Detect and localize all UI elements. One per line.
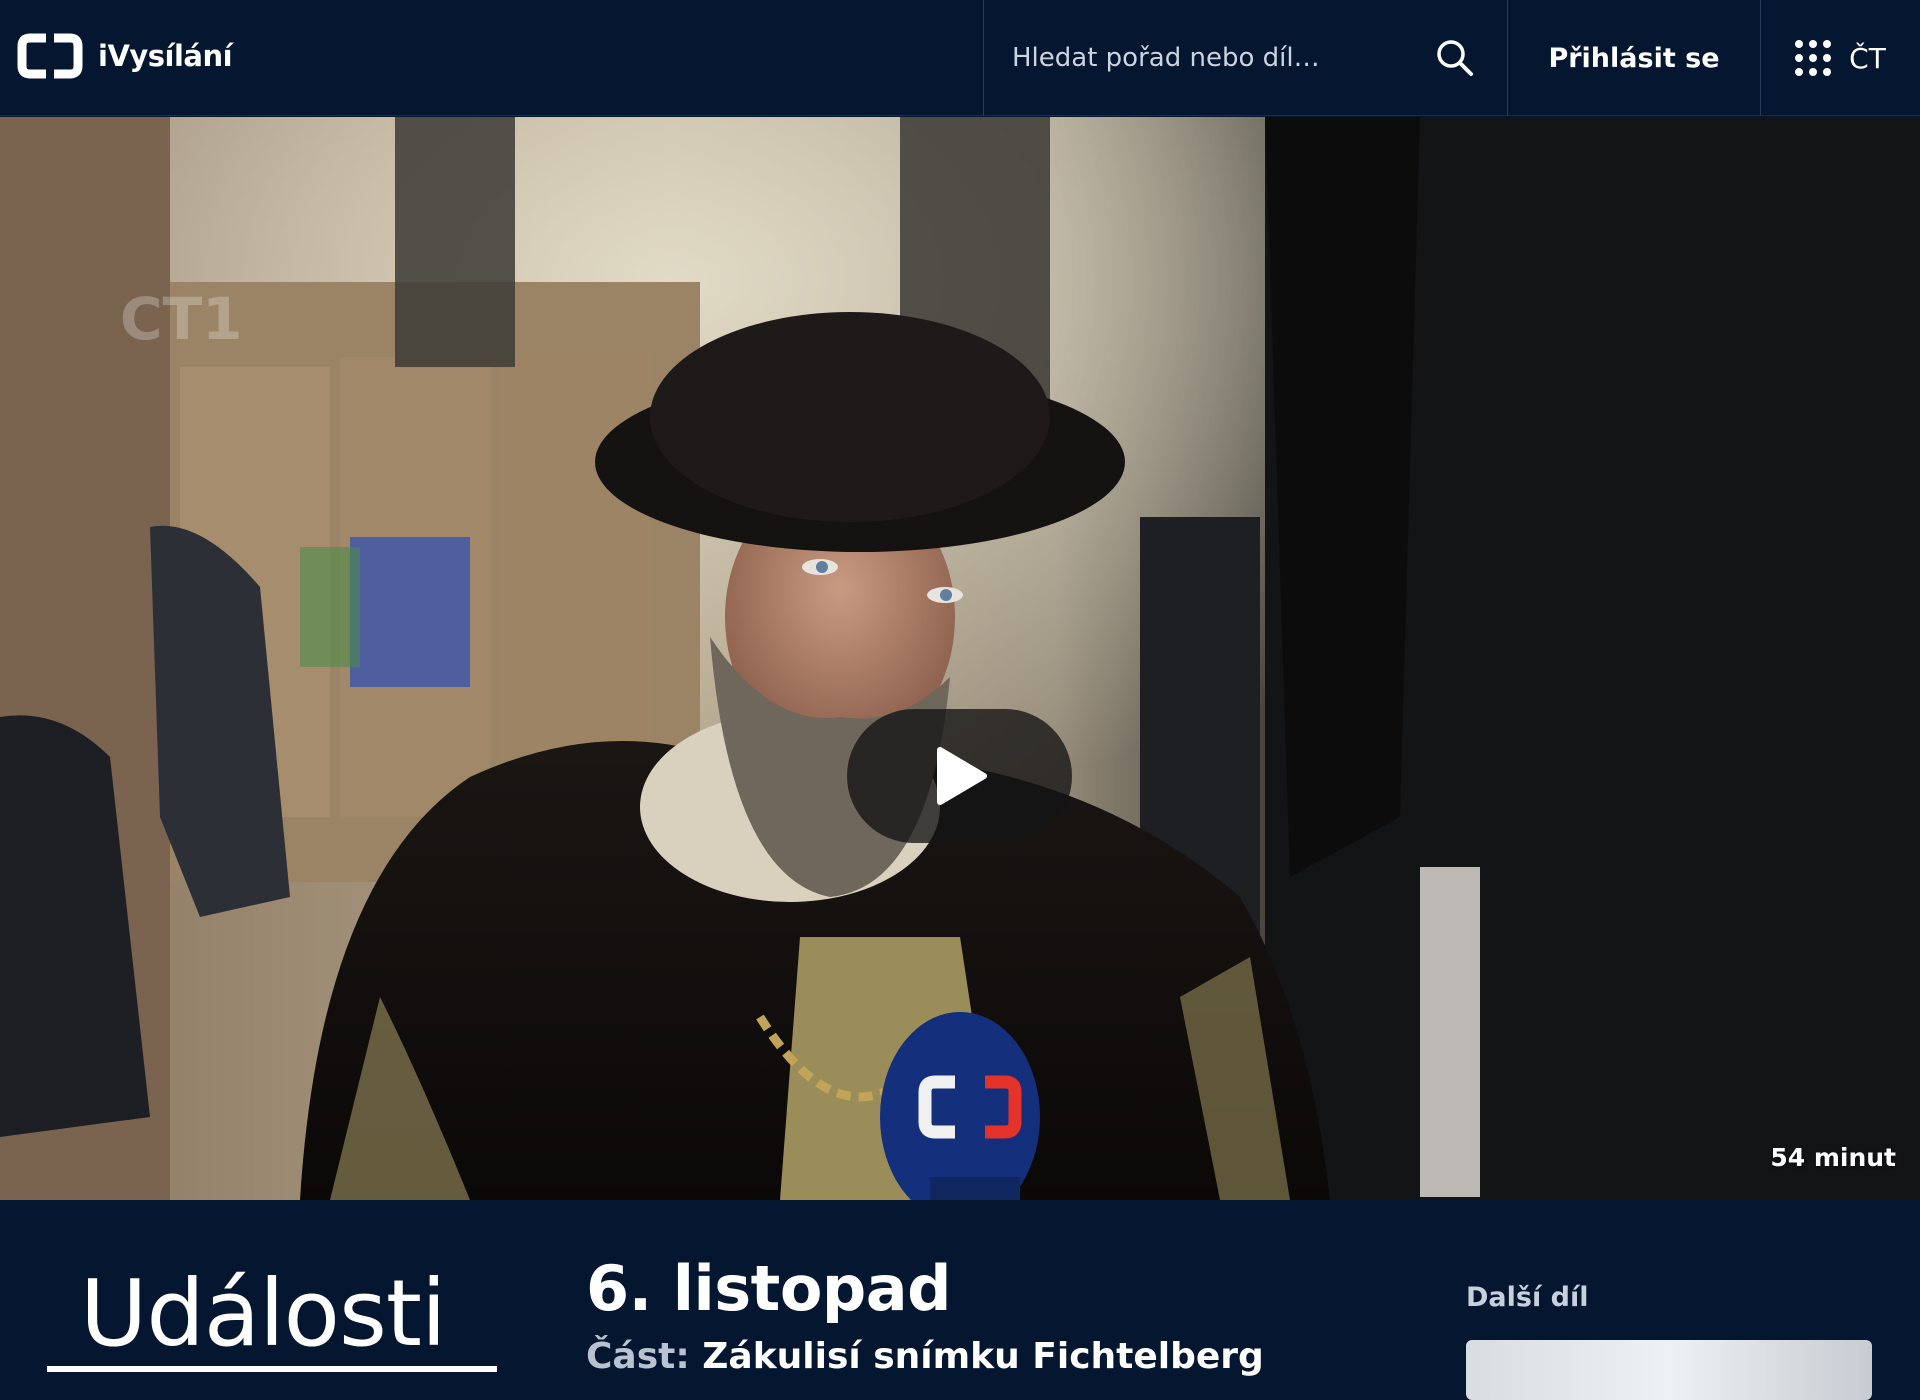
play-button[interactable]: [847, 709, 1072, 843]
brand-name: iVysílání: [98, 39, 233, 73]
top-bar: iVysílání Přihlásit se ČT: [0, 0, 1920, 116]
svg-text:CT1: CT1: [120, 285, 243, 353]
show-title[interactable]: Události: [80, 1260, 447, 1367]
search-input[interactable]: [1012, 28, 1425, 88]
episode-info: Události 6. listopad Část: Zákulisí sním…: [0, 1200, 1920, 1400]
apps-grid-icon: [1795, 40, 1832, 76]
episode-title: 6. listopad: [586, 1252, 952, 1325]
episode-part-key: Část:: [586, 1336, 690, 1377]
video-player[interactable]: CT1 54 minut: [0, 117, 1920, 1200]
episode-part: Část: Zákulisí snímku Fichtelberg: [586, 1336, 1264, 1377]
duration-label: 54 minut: [1770, 1143, 1896, 1172]
brand-logo[interactable]: iVysílání: [16, 32, 233, 80]
search-icon: [1437, 40, 1473, 76]
video-thumbnail: CT1: [0, 117, 1920, 1200]
next-episode-thumbnail[interactable]: [1466, 1340, 1872, 1400]
play-icon: [936, 747, 987, 805]
apps-label: ČT: [1849, 41, 1886, 75]
search-bar: [983, 0, 1507, 116]
login-button[interactable]: Přihlásit se: [1507, 0, 1760, 116]
ct-logo-icon: [17, 33, 83, 79]
apps-menu-button[interactable]: ČT: [1760, 0, 1920, 116]
episode-part-value: Zákulisí snímku Fichtelberg: [702, 1336, 1264, 1377]
next-episode-label: Další díl: [1466, 1282, 1589, 1313]
search-button[interactable]: [1425, 28, 1485, 88]
show-title-underline: [47, 1366, 497, 1372]
